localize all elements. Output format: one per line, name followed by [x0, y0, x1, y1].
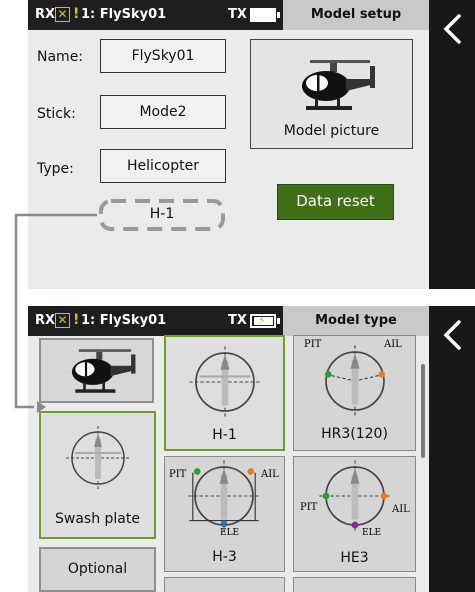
helicopter-icon [302, 60, 375, 110]
data-reset-button[interactable]: Data reset [277, 184, 394, 220]
swash-plate-icon [66, 426, 130, 490]
model-picture-button[interactable]: Model picture [250, 39, 413, 149]
ail-label: AIL [392, 504, 410, 515]
tx-battery-charging-icon: ⚡ [250, 314, 276, 328]
swash-plate-label: Swash plate [55, 511, 140, 527]
model-picture-label: Model picture [283, 123, 380, 139]
swash-hr3-icon [324, 345, 386, 417]
h3-label: H-3 [212, 549, 237, 565]
connector-arrow-icon [14, 213, 97, 413]
tx-label: TX [228, 7, 247, 22]
screen-title: Model setup [283, 0, 429, 30]
right-side-bar [429, 0, 475, 289]
tx-label: TX [228, 313, 247, 328]
swash-type-next-left[interactable] [164, 577, 285, 592]
right-side-bar [429, 306, 475, 592]
swash-he3-icon [319, 460, 391, 532]
swash-type-hr3[interactable]: PIT AIL HR3(120) [293, 335, 416, 451]
screen-title: Model type [283, 306, 429, 336]
h1-label: H-1 [212, 427, 237, 443]
hr3-label: HR3(120) [321, 426, 388, 442]
back-chevron-icon[interactable] [439, 318, 465, 352]
swash-type-he3[interactable]: PIT AIL ELE HE3 [293, 456, 416, 572]
swash-type-h1[interactable]: H-1 [164, 335, 285, 451]
swash-type-h3[interactable]: PIT AIL ELE H-3 [164, 456, 285, 572]
pit-label: PIT [169, 469, 187, 480]
optional-label: Optional [67, 561, 128, 577]
optional-tab[interactable]: Optional [39, 547, 156, 592]
swash-h3-icon [188, 460, 260, 532]
scrollbar-thumb[interactable] [421, 364, 425, 458]
ail-label: AIL [261, 469, 279, 480]
swash-h1-icon [189, 346, 261, 418]
he3-label: HE3 [340, 550, 369, 566]
tx-battery-icon [250, 8, 276, 22]
swash-plate-tab[interactable]: Swash plate [39, 411, 156, 539]
pit-label: PIT [300, 502, 318, 513]
back-chevron-icon[interactable] [439, 12, 465, 46]
swash-type-next-right[interactable] [293, 577, 416, 592]
